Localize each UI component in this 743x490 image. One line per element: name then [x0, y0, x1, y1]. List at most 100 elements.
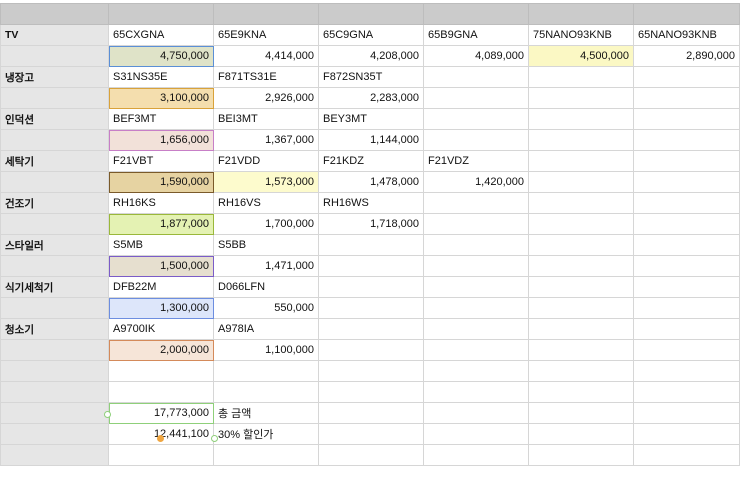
empty-cell[interactable]	[423, 402, 529, 424]
empty-cell[interactable]	[423, 297, 529, 319]
category-cell[interactable]: 인덕션	[0, 108, 109, 130]
empty-cell[interactable]	[528, 66, 634, 88]
empty-cell[interactable]	[528, 297, 634, 319]
model-cell[interactable]: RH16WS	[318, 192, 424, 214]
empty-cell[interactable]	[318, 444, 424, 466]
model-cell[interactable]: F21VBT	[108, 150, 214, 172]
column-header-cell[interactable]	[528, 3, 634, 25]
empty-cell[interactable]	[108, 360, 214, 382]
price-cell[interactable]: 4,414,000	[213, 45, 319, 67]
model-cell[interactable]: BEF3MT	[108, 108, 214, 130]
column-header-cell[interactable]	[423, 3, 529, 25]
price-cell[interactable]: 2,000,000	[108, 339, 214, 361]
empty-cell[interactable]	[423, 108, 529, 130]
empty-cell[interactable]	[633, 360, 740, 382]
model-cell[interactable]: RH16VS	[213, 192, 319, 214]
category-cell[interactable]	[0, 423, 109, 445]
category-cell[interactable]	[0, 297, 109, 319]
price-cell[interactable]: 2,890,000	[633, 45, 740, 67]
price-cell[interactable]: 4,750,000	[108, 45, 214, 67]
model-cell[interactable]: DFB22M	[108, 276, 214, 298]
model-cell[interactable]: F872SN35T	[318, 66, 424, 88]
empty-cell[interactable]	[423, 255, 529, 277]
empty-cell[interactable]	[633, 297, 740, 319]
price-cell[interactable]: 550,000	[213, 297, 319, 319]
model-cell[interactable]: A9700IK	[108, 318, 214, 340]
empty-cell[interactable]	[633, 213, 740, 235]
empty-cell[interactable]	[213, 444, 319, 466]
empty-cell[interactable]	[528, 255, 634, 277]
empty-cell[interactable]	[633, 150, 740, 172]
price-cell[interactable]: 1,700,000	[213, 213, 319, 235]
empty-cell[interactable]	[423, 66, 529, 88]
empty-cell[interactable]	[633, 234, 740, 256]
price-cell[interactable]: 1,573,000	[213, 171, 319, 193]
empty-cell[interactable]	[423, 276, 529, 298]
model-cell[interactable]: F21VDZ	[423, 150, 529, 172]
empty-cell[interactable]	[528, 318, 634, 340]
empty-cell[interactable]	[318, 318, 424, 340]
category-cell[interactable]	[0, 45, 109, 67]
price-cell[interactable]: 1,500,000	[108, 255, 214, 277]
price-cell[interactable]: 3,100,000	[108, 87, 214, 109]
empty-cell[interactable]	[318, 276, 424, 298]
empty-cell[interactable]	[633, 192, 740, 214]
empty-cell[interactable]	[108, 381, 214, 403]
category-cell[interactable]	[0, 213, 109, 235]
category-cell[interactable]	[0, 402, 109, 424]
empty-cell[interactable]	[528, 87, 634, 109]
empty-cell[interactable]	[318, 255, 424, 277]
model-cell[interactable]: 75NANO93KNB	[528, 24, 634, 46]
price-cell[interactable]: 1,144,000	[318, 129, 424, 151]
category-cell[interactable]: 세탁기	[0, 150, 109, 172]
category-cell[interactable]	[0, 360, 109, 382]
model-cell[interactable]: D066LFN	[213, 276, 319, 298]
empty-cell[interactable]	[423, 444, 529, 466]
empty-cell[interactable]	[528, 276, 634, 298]
corner-cell[interactable]	[0, 3, 109, 25]
price-cell[interactable]: 1,300,000	[108, 297, 214, 319]
model-cell[interactable]: A978IA	[213, 318, 319, 340]
empty-cell[interactable]	[213, 360, 319, 382]
empty-cell[interactable]	[633, 444, 740, 466]
category-cell[interactable]	[0, 129, 109, 151]
empty-cell[interactable]	[633, 318, 740, 340]
model-cell[interactable]: 65NANO93KNB	[633, 24, 740, 46]
fill-handle[interactable]	[157, 435, 164, 442]
empty-cell[interactable]	[213, 381, 319, 403]
empty-cell[interactable]	[528, 402, 634, 424]
empty-cell[interactable]	[633, 66, 740, 88]
empty-cell[interactable]	[633, 129, 740, 151]
empty-cell[interactable]	[423, 234, 529, 256]
model-cell[interactable]: S31NS35E	[108, 66, 214, 88]
empty-cell[interactable]	[528, 444, 634, 466]
model-cell[interactable]: 65C9GNA	[318, 24, 424, 46]
empty-cell[interactable]	[423, 129, 529, 151]
empty-cell[interactable]	[528, 339, 634, 361]
empty-cell[interactable]	[633, 423, 740, 445]
empty-cell[interactable]	[528, 423, 634, 445]
model-cell[interactable]: F21KDZ	[318, 150, 424, 172]
price-cell[interactable]: 2,283,000	[318, 87, 424, 109]
empty-cell[interactable]	[633, 108, 740, 130]
empty-cell[interactable]	[318, 297, 424, 319]
empty-cell[interactable]	[528, 213, 634, 235]
category-cell[interactable]	[0, 171, 109, 193]
price-cell[interactable]: 2,926,000	[213, 87, 319, 109]
empty-cell[interactable]	[423, 339, 529, 361]
empty-cell[interactable]	[423, 318, 529, 340]
price-cell[interactable]: 4,089,000	[423, 45, 529, 67]
model-cell[interactable]: BEI3MT	[213, 108, 319, 130]
empty-cell[interactable]	[633, 381, 740, 403]
category-cell[interactable]	[0, 444, 109, 466]
price-cell[interactable]: 4,500,000	[528, 45, 634, 67]
empty-cell[interactable]	[528, 381, 634, 403]
empty-cell[interactable]	[423, 192, 529, 214]
category-cell[interactable]: 냉장고	[0, 66, 109, 88]
empty-cell[interactable]	[528, 150, 634, 172]
category-cell[interactable]: TV	[0, 24, 109, 46]
category-cell[interactable]: 스타일러	[0, 234, 109, 256]
model-cell[interactable]: 65E9KNA	[213, 24, 319, 46]
empty-cell[interactable]	[318, 402, 424, 424]
price-cell[interactable]: 17,773,000	[108, 402, 214, 424]
